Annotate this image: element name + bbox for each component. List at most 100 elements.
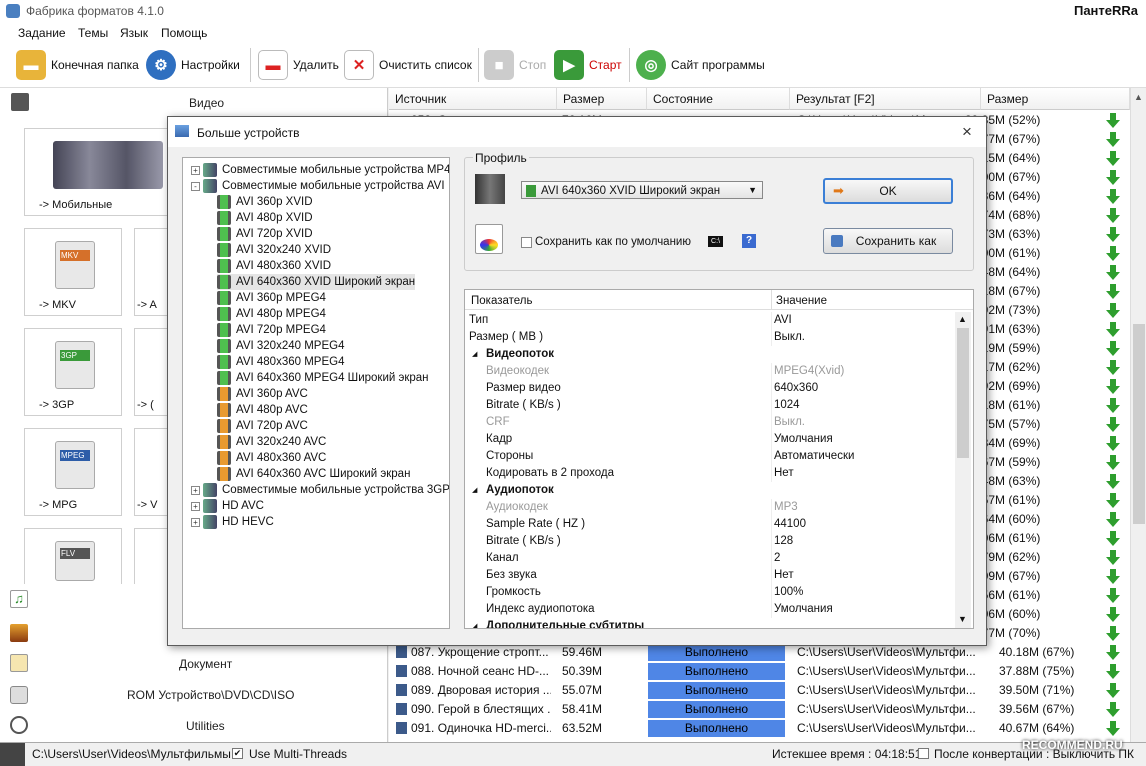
prop-row[interactable]: Тип AVI: [465, 312, 955, 329]
tile-mobile[interactable]: -> Мобильные: [24, 128, 170, 216]
collapse-icon[interactable]: ◢: [472, 486, 477, 494]
tile-partial[interactable]: -> (: [134, 328, 168, 416]
tree-item[interactable]: AVI 720p XVID: [217, 226, 313, 242]
prop-row[interactable]: Аудиокодек MP3: [465, 499, 955, 516]
props-scrollbar[interactable]: ▲ ▼: [955, 312, 971, 628]
tree-item[interactable]: AVI 480p AVC: [217, 402, 308, 418]
scroll-up-icon[interactable]: ▲: [1134, 92, 1143, 102]
tree-item[interactable]: AVI 720p MPEG4: [217, 322, 326, 338]
expand-toggle-icon[interactable]: -: [191, 181, 200, 191]
scroll-up-icon[interactable]: ▲: [958, 314, 967, 324]
prop-row[interactable]: Кадр Умолчания: [465, 431, 955, 448]
tree-group[interactable]: + HD HEVC: [191, 514, 274, 530]
table-row[interactable]: 088. Ночной сеанс HD-... 50.39M Выполнено C…: [389, 662, 1130, 681]
menu-themes[interactable]: Темы: [78, 26, 108, 40]
status-path[interactable]: C:\Users\User\Videos\Мультфильмы: [32, 747, 231, 761]
tree-item[interactable]: AVI 480p XVID: [217, 210, 313, 226]
prop-row[interactable]: Кодировать в 2 прохода Нет: [465, 465, 955, 482]
tile-flv[interactable]: FLV: [24, 528, 122, 584]
save-as-button[interactable]: Сохранить как: [823, 228, 953, 254]
col-result[interactable]: Результат [F2]: [790, 88, 981, 110]
after-conversion-checkbox[interactable]: [918, 748, 929, 759]
tree-group[interactable]: + Совместимые мобильные устройства MP4: [191, 162, 449, 178]
expand-toggle-icon[interactable]: +: [191, 485, 200, 495]
scroll-down-icon[interactable]: ▼: [958, 614, 967, 624]
prop-row[interactable]: Индекс аудиопотока Умолчания: [465, 601, 955, 618]
prop-row[interactable]: Стороны Автоматически: [465, 448, 955, 465]
prop-row[interactable]: Громкость 100%: [465, 584, 955, 601]
collapse-icon[interactable]: ◢: [472, 350, 477, 358]
tile-partial[interactable]: [134, 528, 168, 584]
col-source[interactable]: Источник: [389, 88, 557, 110]
video-category-icon[interactable]: [11, 93, 29, 111]
expand-toggle-icon[interactable]: +: [191, 165, 200, 175]
audio-category-icon[interactable]: ♫: [10, 590, 28, 608]
col-status[interactable]: Состояние: [647, 88, 790, 110]
output-folder-button[interactable]: ▬ Конечная папка: [16, 48, 139, 82]
settings-button[interactable]: ⚙ Настройки: [146, 48, 240, 82]
tree-item[interactable]: AVI 360p MPEG4: [217, 290, 326, 306]
tree-item[interactable]: AVI 480x360 MPEG4: [217, 354, 344, 370]
tree-item[interactable]: AVI 360p XVID: [217, 194, 313, 210]
tree-item[interactable]: AVI 480p MPEG4: [217, 306, 326, 322]
tree-item[interactable]: AVI 360p AVC: [217, 386, 308, 402]
scroll-thumb[interactable]: [1133, 324, 1145, 524]
stop-button[interactable]: ■ Стоп: [484, 48, 546, 82]
save-default-checkbox[interactable]: [521, 237, 532, 248]
prop-row[interactable]: Sample Rate ( HZ ) 44100: [465, 516, 955, 533]
prop-row[interactable]: Видеокодек MPEG4(Xvid): [465, 363, 955, 380]
tree-item[interactable]: AVI 480x360 AVC: [217, 450, 326, 466]
col-size[interactable]: Размер: [557, 88, 647, 110]
clear-list-button[interactable]: ✕ Очистить список: [344, 48, 472, 82]
start-button[interactable]: ▶ Старт: [554, 48, 622, 82]
website-button[interactable]: ◎ Сайт программы: [636, 48, 765, 82]
tree-item[interactable]: AVI 640x360 MPEG4 Широкий экран: [217, 370, 429, 386]
grid-scrollbar[interactable]: ▲: [1130, 88, 1146, 742]
tile-mpg[interactable]: MPEG -> MPG: [24, 428, 122, 516]
expand-toggle-icon[interactable]: +: [191, 517, 200, 527]
prop-row[interactable]: CRF Выкл.: [465, 414, 955, 431]
picture-category-icon[interactable]: [10, 624, 28, 642]
utilities-category[interactable]: Utilities: [186, 719, 225, 733]
prop-row[interactable]: Канал 2: [465, 550, 955, 567]
tree-item[interactable]: AVI 480x360 XVID: [217, 258, 331, 274]
prop-row[interactable]: Размер ( MB ) Выкл.: [465, 329, 955, 346]
rom-device-icon[interactable]: [10, 686, 28, 704]
tree-item[interactable]: AVI 320x240 AVC: [217, 434, 326, 450]
tree-item[interactable]: AVI 320x240 MPEG4: [217, 338, 344, 354]
document-category[interactable]: Документ: [179, 657, 232, 671]
menu-help[interactable]: Помощь: [161, 26, 207, 40]
tree-item[interactable]: AVI 640x360 XVID Широкий экран: [217, 274, 416, 290]
tile-3gp[interactable]: 3GP -> 3GP: [24, 328, 122, 416]
delete-button[interactable]: ▬ Удалить: [258, 48, 339, 82]
command-line-icon[interactable]: C:\: [708, 236, 723, 247]
prop-row[interactable]: Bitrate ( KB/s ) 128: [465, 533, 955, 550]
prop-row[interactable]: Размер видео 640x360: [465, 380, 955, 397]
menu-task[interactable]: Задание: [18, 26, 66, 40]
close-icon[interactable]: ×: [962, 122, 972, 142]
tree-group[interactable]: + Совместимые мобильные устройства 3GP: [191, 482, 449, 498]
collapse-icon[interactable]: ◢: [472, 622, 477, 628]
ok-button[interactable]: ➡ OK: [823, 178, 953, 204]
table-row[interactable]: 090. Герой в блестящих ... 58.41M Выполнен…: [389, 700, 1130, 719]
col-output-size[interactable]: Размер: [981, 88, 1130, 110]
document-category-icon[interactable]: [10, 654, 28, 672]
video-header[interactable]: Видео: [189, 96, 224, 110]
utilities-icon[interactable]: [10, 716, 28, 734]
tree-item[interactable]: AVI 720p AVC: [217, 418, 308, 434]
tile-partial[interactable]: -> A: [134, 228, 168, 316]
multithread-checkbox[interactable]: ✔: [232, 748, 243, 759]
profile-select[interactable]: AVI 640x360 XVID Широкий экран ▼: [521, 181, 763, 199]
expand-toggle-icon[interactable]: +: [191, 501, 200, 511]
rom-category[interactable]: ROM Устройство\DVD\CD\ISO: [127, 688, 294, 702]
tree-group[interactable]: - Совместимые мобильные устройства AVI: [191, 178, 445, 194]
tree-group[interactable]: + HD AVC: [191, 498, 264, 514]
tile-mkv[interactable]: MKV -> MKV: [24, 228, 122, 316]
prop-row[interactable]: Bitrate ( KB/s ) 1024: [465, 397, 955, 414]
table-row[interactable]: 091. Одиночка HD-merci... 63.52M Выполнено…: [389, 719, 1130, 738]
tree-item[interactable]: AVI 320x240 XVID: [217, 242, 331, 258]
tree-item[interactable]: AVI 640x360 AVC Широкий экран: [217, 466, 410, 482]
menu-language[interactable]: Язык: [120, 26, 148, 40]
table-row[interactable]: 089. Дворовая история ... 55.07M Выполнено…: [389, 681, 1130, 700]
help-icon[interactable]: ?: [742, 234, 756, 248]
